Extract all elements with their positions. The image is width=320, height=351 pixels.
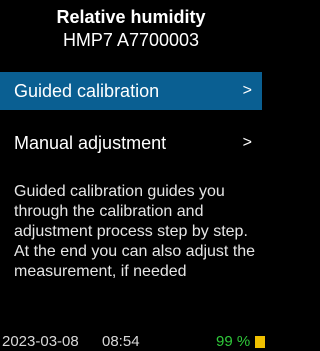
battery-percentage: 99 % bbox=[216, 333, 251, 350]
menu-item-manual-adjustment[interactable]: Manual adjustment > bbox=[0, 124, 262, 162]
status-bar: 2023-03-08 08:54 99 % bbox=[0, 333, 265, 351]
menu-item-guided-calibration[interactable]: Guided calibration > bbox=[0, 72, 262, 110]
page-title: Relative humidity bbox=[56, 7, 206, 27]
menu-item-label: Manual adjustment bbox=[14, 132, 167, 153]
status-date: 2023-03-08 bbox=[2, 333, 79, 350]
header: Relative humidity HMP7 A7700003 bbox=[0, 6, 262, 51]
help-description: Guided calibration guides you through th… bbox=[14, 183, 256, 280]
status-time: 08:54 bbox=[102, 333, 140, 350]
battery-icon bbox=[255, 336, 265, 348]
chevron-right-icon: > bbox=[242, 134, 252, 151]
menu-item-label: Guided calibration bbox=[14, 80, 160, 101]
device-id: HMP7 A7700003 bbox=[62, 30, 200, 50]
chevron-right-icon: > bbox=[242, 82, 252, 99]
